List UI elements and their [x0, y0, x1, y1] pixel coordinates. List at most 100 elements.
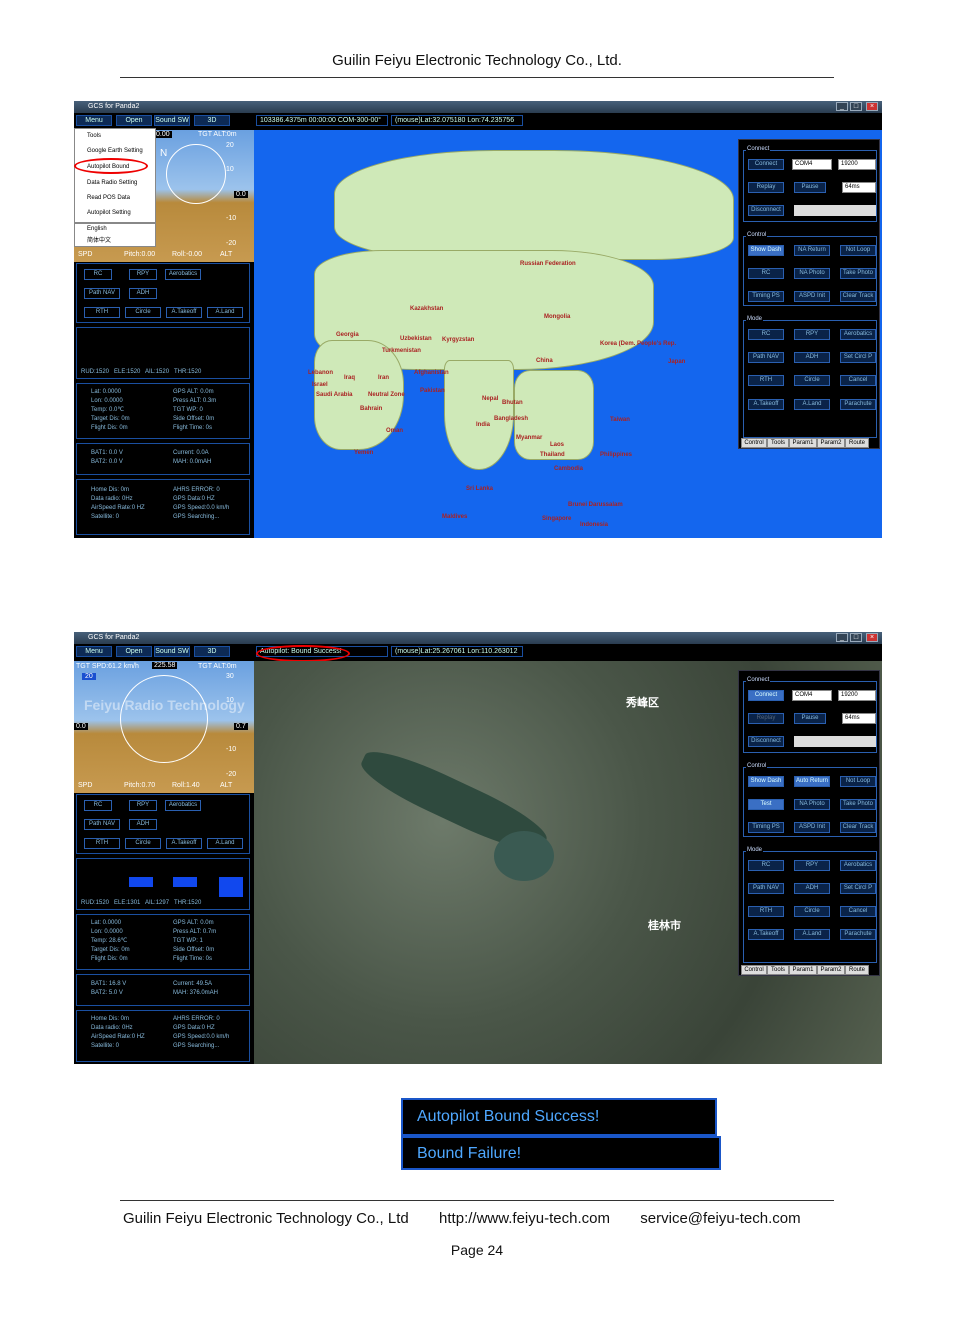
minimize-icon[interactable]: _ [836, 633, 848, 642]
tab-param2[interactable]: Param2 [817, 965, 845, 975]
a-takeoff-button[interactable]: A.Takeoff [166, 838, 202, 849]
maximize-icon[interactable]: □ [850, 633, 862, 642]
tab-param1[interactable]: Param1 [789, 965, 817, 975]
mode-rpy-button[interactable]: RPY [794, 329, 830, 340]
tab-tools[interactable]: Tools [767, 965, 789, 975]
minimize-icon[interactable]: _ [836, 102, 848, 111]
sound-sw-button[interactable]: Sound SW [154, 115, 190, 126]
timing-ps-button[interactable]: Timing PS [748, 291, 784, 302]
tab-route[interactable]: Route [845, 438, 869, 448]
baud-select[interactable]: 19200 [838, 690, 876, 701]
mode-rth-button[interactable]: RTH [748, 906, 784, 917]
mode-rc-button[interactable]: RC [748, 329, 784, 340]
dropdown-item-data-radio[interactable]: Data Radio Setting [87, 180, 137, 186]
rpy-button[interactable]: RPY [129, 800, 157, 811]
a-land-button[interactable]: A.Land [207, 838, 243, 849]
mode-rpy-button[interactable]: RPY [794, 860, 830, 871]
mode-a-takeoff-button[interactable]: A.Takeoff [748, 929, 784, 940]
tab-route[interactable]: Route [845, 965, 869, 975]
mode-circle-button[interactable]: Circle [794, 906, 830, 917]
mode-adh-button[interactable]: ADH [794, 352, 830, 363]
aerobatics-button[interactable]: Aerobatics [165, 269, 201, 280]
footer-url[interactable]: http://www.feiyu-tech.com [439, 1210, 610, 1227]
dropdown-item-google-earth[interactable]: Google Earth Setting [87, 148, 143, 154]
dropdown-item-tools[interactable]: Tools [87, 133, 101, 139]
maximize-icon[interactable]: □ [850, 102, 862, 111]
connect-button[interactable]: Connect [748, 690, 784, 701]
com-port-select[interactable]: COM4 [792, 159, 832, 170]
adh-button[interactable]: ADH [129, 288, 157, 299]
auto-return-button[interactable]: Auto Return [794, 776, 830, 787]
path-nav-button[interactable]: Path NAV [84, 819, 120, 830]
clear-track-button[interactable]: Clear Track [840, 822, 876, 833]
mode-parachute-button[interactable]: Parachute [840, 929, 876, 940]
path-nav-button[interactable]: Path NAV [84, 288, 120, 299]
aspd-init-button[interactable]: ASPD Init [794, 291, 830, 302]
mode-aerobatics-button[interactable]: Aerobatics [840, 329, 876, 340]
rc-control-button[interactable]: RC [748, 268, 784, 279]
replay-button[interactable]: Replay [748, 713, 784, 724]
close-icon[interactable]: × [866, 102, 878, 111]
tab-param1[interactable]: Param1 [789, 438, 817, 448]
replay-button[interactable]: Replay [748, 182, 784, 193]
circle-button[interactable]: Circle [125, 838, 161, 849]
not-loop-button[interactable]: Not Loop [840, 776, 876, 787]
rc-button[interactable]: RC [84, 269, 112, 280]
mode-path-nav-button[interactable]: Path NAV [748, 352, 784, 363]
clear-track-button[interactable]: Clear Track [840, 291, 876, 302]
pause-button[interactable]: Pause [794, 182, 826, 193]
show-dash-button[interactable]: Show Dash [748, 245, 784, 256]
baud-select[interactable]: 19200 [838, 159, 876, 170]
footer-email[interactable]: service@feiyu-tech.com [640, 1210, 800, 1227]
sound-sw-button[interactable]: Sound SW [154, 646, 190, 657]
rth-button[interactable]: RTH [84, 307, 120, 318]
timing-ps-button[interactable]: Timing PS [748, 822, 784, 833]
open-button[interactable]: Open [116, 646, 152, 657]
mode-set-circle-button[interactable]: Set Circl P [840, 883, 876, 894]
disconnect-button[interactable]: Disconnect [748, 205, 784, 216]
aerobatics-button[interactable]: Aerobatics [165, 800, 201, 811]
na-photo-button[interactable]: NA Photo [794, 268, 830, 279]
aspd-init-button[interactable]: ASPD Init [794, 822, 830, 833]
na-photo-button[interactable]: NA Photo [794, 799, 830, 810]
a-land-button[interactable]: A.Land [207, 307, 243, 318]
dropdown-item-read-pos[interactable]: Read POS Data [87, 195, 130, 201]
mode-aerobatics-button[interactable]: Aerobatics [840, 860, 876, 871]
circle-button[interactable]: Circle [125, 307, 161, 318]
take-photo-button[interactable]: Take Photo [840, 799, 876, 810]
mode-set-circle-button[interactable]: Set Circl P [840, 352, 876, 363]
mode-circle-button[interactable]: Circle [794, 375, 830, 386]
interval-select[interactable]: 64ms [842, 713, 876, 724]
dropdown-item-autopilot-setting[interactable]: Autopilot Setting [87, 210, 131, 216]
take-photo-button[interactable]: Take Photo [840, 268, 876, 279]
mode-a-land-button[interactable]: A.Land [794, 399, 830, 410]
language-chinese[interactable]: 简体中文 [87, 235, 111, 244]
tab-control[interactable]: Control [741, 965, 767, 975]
mode-parachute-button[interactable]: Parachute [840, 399, 876, 410]
na-return-button[interactable]: NA Return [794, 245, 830, 256]
open-button[interactable]: Open [116, 115, 152, 126]
pause-button[interactable]: Pause [794, 713, 826, 724]
tab-param2[interactable]: Param2 [817, 438, 845, 448]
mode-cancel-button[interactable]: Cancel [840, 906, 876, 917]
rth-button[interactable]: RTH [84, 838, 120, 849]
connect-button[interactable]: Connect [748, 159, 784, 170]
tab-control[interactable]: Control [741, 438, 767, 448]
3d-button[interactable]: 3D [194, 115, 230, 126]
menu-button[interactable]: Menu [76, 115, 112, 126]
com-port-select[interactable]: COM4 [792, 690, 832, 701]
3d-button[interactable]: 3D [194, 646, 230, 657]
adh-button[interactable]: ADH [129, 819, 157, 830]
mode-a-land-button[interactable]: A.Land [794, 929, 830, 940]
a-takeoff-button[interactable]: A.Takeoff [166, 307, 202, 318]
mode-rc-button[interactable]: RC [748, 860, 784, 871]
menu-button[interactable]: Menu [76, 646, 112, 657]
not-loop-button[interactable]: Not Loop [840, 245, 876, 256]
mode-cancel-button[interactable]: Cancel [840, 375, 876, 386]
mode-adh-button[interactable]: ADH [794, 883, 830, 894]
mode-path-nav-button[interactable]: Path NAV [748, 883, 784, 894]
interval-select[interactable]: 64ms [842, 182, 876, 193]
language-english[interactable]: English [87, 226, 107, 232]
tab-tools[interactable]: Tools [767, 438, 789, 448]
rpy-button[interactable]: RPY [129, 269, 157, 280]
